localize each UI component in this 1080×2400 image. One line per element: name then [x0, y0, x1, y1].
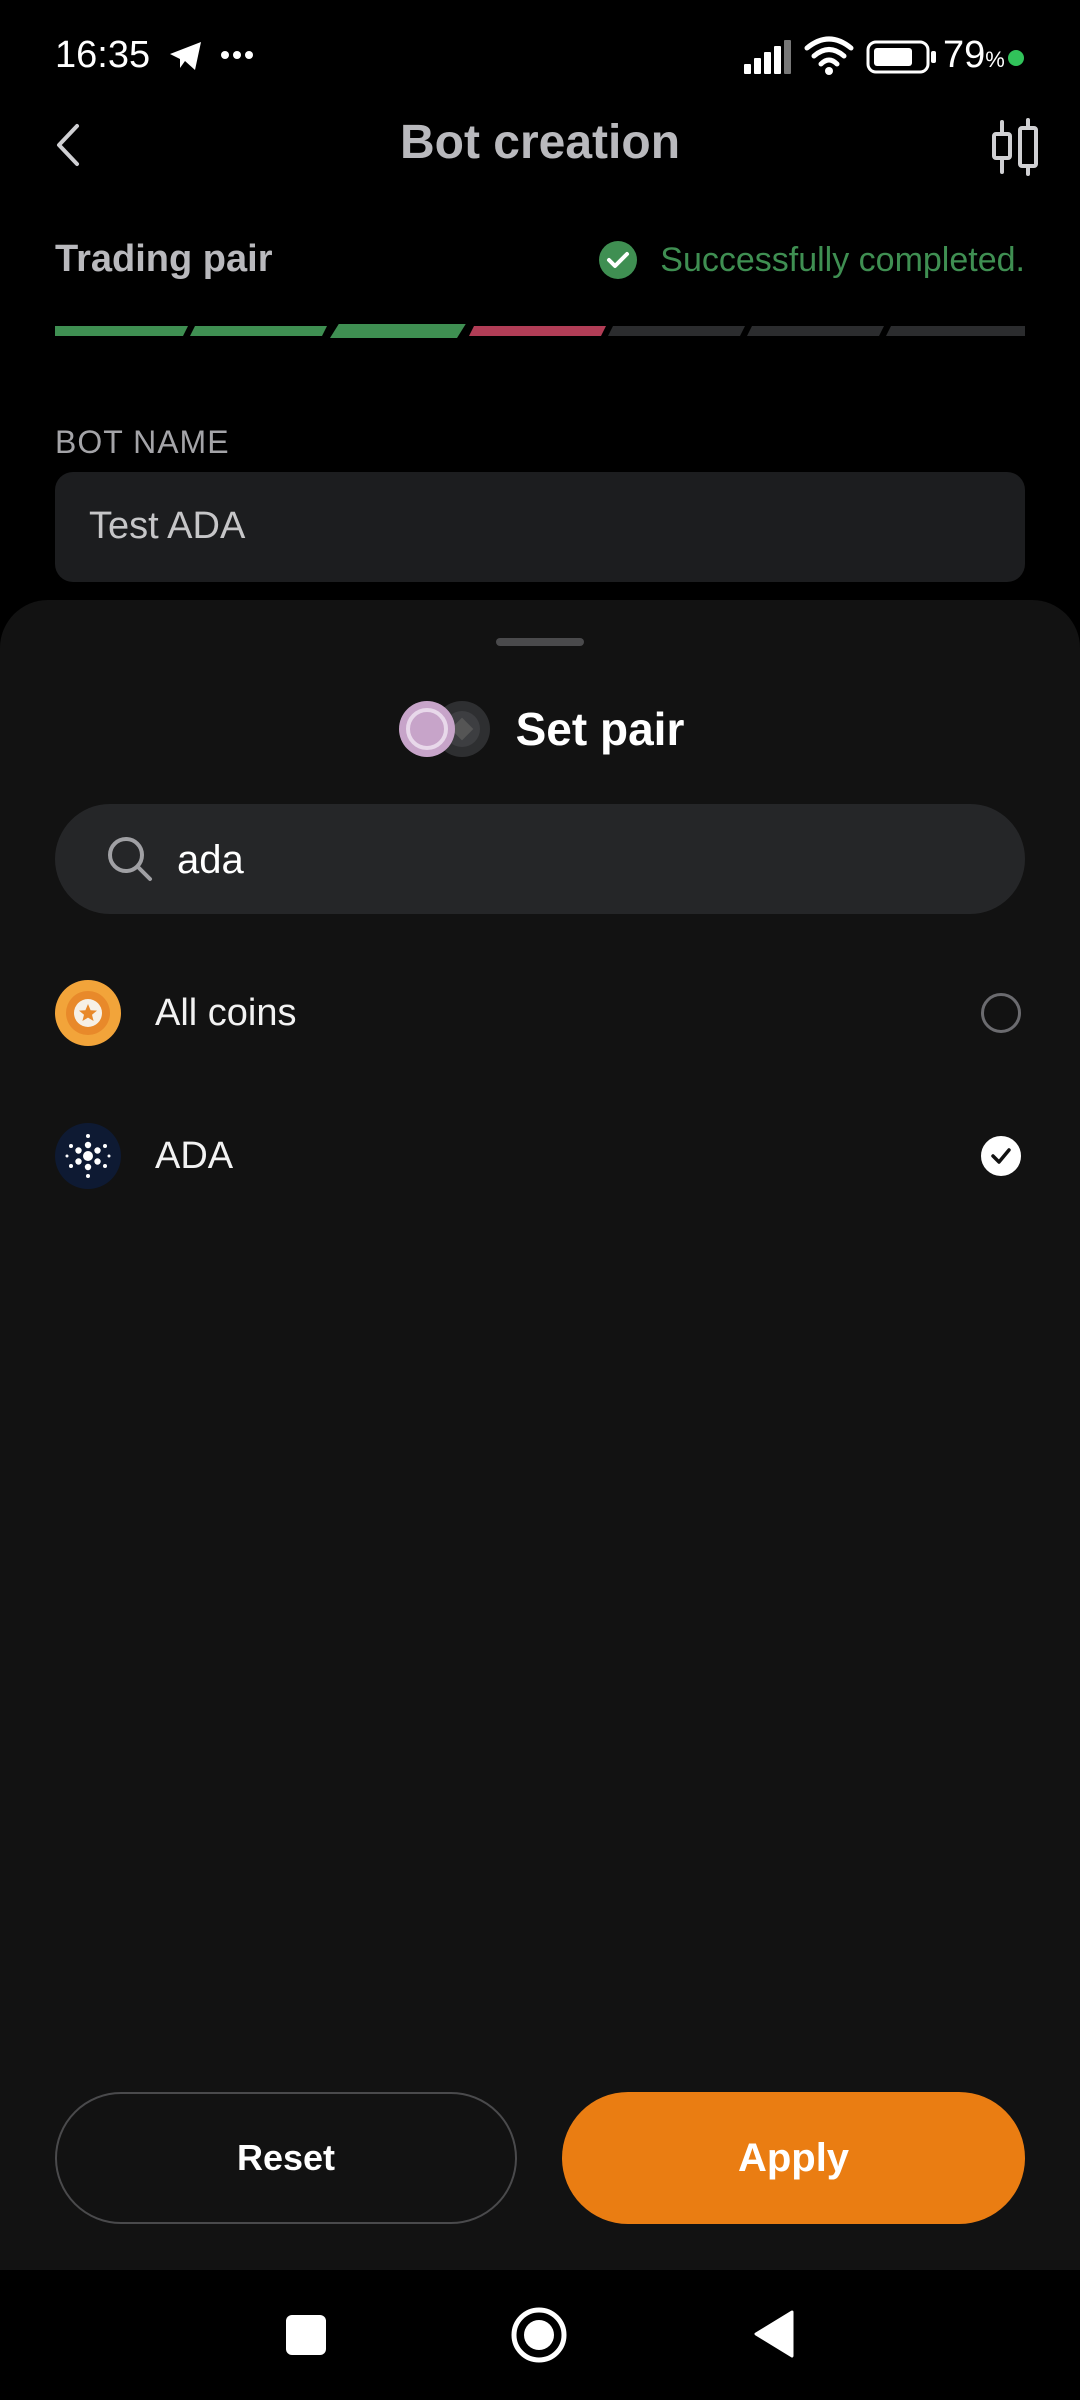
more-dots-icon: [221, 51, 253, 59]
step-progress: [55, 324, 1025, 338]
recents-icon[interactable]: [286, 2315, 326, 2355]
reset-button[interactable]: Reset: [55, 2092, 517, 2224]
progress-segment: [190, 326, 327, 336]
candlestick-icon: [992, 118, 1038, 176]
signal-icon: [744, 40, 791, 74]
telegram-icon: [170, 42, 201, 70]
bot-name-field[interactable]: Test ADA: [55, 472, 1025, 582]
radio-ada[interactable]: [981, 1136, 1021, 1176]
step-status: Successfully completed.: [598, 240, 1025, 280]
all-coins-icon: [55, 980, 121, 1046]
search-bar[interactable]: [55, 804, 1025, 914]
bot-name-value: Test ADA: [89, 505, 246, 547]
step-label: Trading pair: [55, 238, 273, 280]
progress-segment: [886, 326, 1025, 336]
page-title: Bot creation: [399, 116, 681, 169]
check-circle-icon: [599, 241, 638, 279]
list-item-all-coins[interactable]: All coins: [55, 963, 1025, 1063]
sheet-title: Set pair: [515, 703, 685, 755]
back-nav-icon[interactable]: [752, 2310, 794, 2358]
search-icon: [108, 837, 152, 881]
step-status-text: Successfully completed.: [660, 240, 1025, 279]
progress-segment-current: [330, 324, 466, 338]
home-icon[interactable]: [510, 2306, 568, 2364]
checkmark-icon: [991, 1148, 1011, 1164]
sheet-header: Set pair: [0, 698, 1080, 760]
status-time: 16:35: [55, 34, 151, 76]
pair-icon: [398, 701, 490, 757]
status-dot: [1008, 50, 1024, 66]
search-input[interactable]: [175, 826, 999, 894]
chart-button[interactable]: [980, 112, 1050, 182]
list-item-label: All coins: [155, 991, 297, 1034]
sheet-handle[interactable]: [496, 638, 584, 646]
list-item-label: ADA: [155, 1134, 234, 1177]
progress-segment: [55, 326, 188, 336]
progress-segment: [608, 326, 745, 336]
apply-button[interactable]: Apply: [562, 2092, 1025, 2224]
cardano-icon: [55, 1123, 121, 1189]
list-item-ada[interactable]: ADA: [55, 1106, 1025, 1206]
battery-icon: [866, 40, 936, 74]
radio-all-coins[interactable]: [981, 993, 1021, 1033]
bot-name-label: BOT NAME: [55, 424, 230, 460]
battery-percent: 79%: [943, 34, 1005, 76]
wifi-icon: [804, 36, 854, 75]
progress-segment: [469, 326, 606, 336]
progress-segment: [747, 326, 884, 336]
